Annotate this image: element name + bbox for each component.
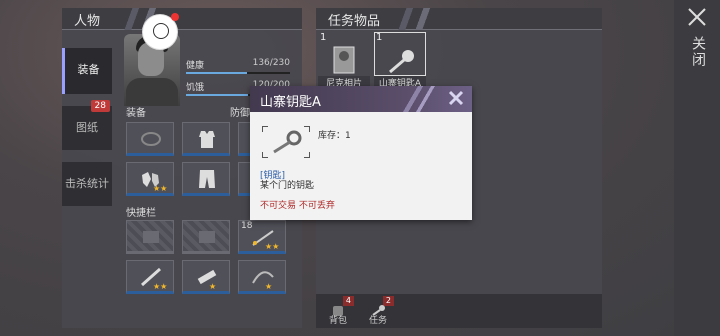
backpack-label: 背包 bbox=[328, 316, 347, 326]
popup-header-decoration bbox=[392, 86, 442, 112]
header-decoration bbox=[386, 8, 446, 30]
quick-slot-knife[interactable]: ★★ bbox=[126, 260, 174, 294]
defense-section-label: 防御 bbox=[230, 108, 250, 119]
avatar[interactable] bbox=[142, 13, 179, 50]
tab-backpack[interactable]: 4 背包 bbox=[318, 294, 358, 328]
tab-equipment[interactable]: 装备 bbox=[62, 48, 112, 94]
popup-title: 山寨钥匙A bbox=[260, 95, 321, 110]
photo-icon bbox=[333, 46, 355, 74]
hunger-bar-fill bbox=[186, 94, 249, 96]
item-nick-photo[interactable]: 1 尼克相片 bbox=[318, 32, 370, 90]
equipment-section-label: 装备 bbox=[126, 108, 146, 119]
equip-slot-gloves[interactable]: ★★ bbox=[126, 162, 174, 196]
item-count: 1 bbox=[376, 32, 383, 43]
close-icon[interactable] bbox=[684, 4, 710, 30]
quick-slot-1[interactable] bbox=[126, 220, 174, 254]
tab-kill-stats-label: 击杀统计 bbox=[65, 177, 109, 190]
pants-icon bbox=[199, 170, 215, 188]
health-value: 136/230 bbox=[252, 58, 290, 68]
tab-equipment-label: 装备 bbox=[77, 63, 100, 76]
quick-slot-bow[interactable]: ★ bbox=[238, 260, 286, 294]
smiley-icon bbox=[153, 23, 169, 39]
character-panel-title: 人物 bbox=[74, 14, 101, 29]
equip-slot-armor[interactable] bbox=[182, 122, 230, 156]
popup-header: 山寨钥匙A bbox=[250, 86, 472, 112]
right-strip: 关闭 bbox=[674, 0, 720, 336]
item-description: 某个门的钥匙 bbox=[260, 181, 315, 191]
notification-dot bbox=[171, 13, 179, 21]
key-icon bbox=[389, 50, 414, 74]
bandage-stars: ★ bbox=[209, 282, 217, 291]
item-restrictions: 不可交易 不可丢弃 bbox=[260, 201, 335, 211]
hunger-label: 饥饿 bbox=[186, 83, 205, 93]
close-label[interactable]: 关闭 bbox=[688, 36, 706, 68]
inventory-tab-bar: 4 背包 2 任务 bbox=[316, 294, 602, 328]
armor-vest-icon bbox=[199, 131, 215, 148]
health-label: 健康 bbox=[186, 61, 205, 71]
stock-count: 库存：1 bbox=[318, 131, 351, 141]
gloves-stars: ★★ bbox=[153, 184, 168, 193]
blueprints-count-badge: 28 bbox=[90, 100, 110, 112]
tab-kill-stats[interactable]: 击杀统计 bbox=[62, 162, 112, 206]
key-icon bbox=[262, 126, 310, 158]
bow-stars: ★ bbox=[265, 282, 273, 291]
quick-slot-crossbow[interactable]: 18 ★★ bbox=[238, 220, 286, 254]
equip-slot-ring[interactable] bbox=[126, 122, 174, 156]
tab-blueprints-label: 图纸 bbox=[76, 121, 98, 134]
equip-slot-pants[interactable] bbox=[182, 162, 230, 196]
character-panel-header: 人物 bbox=[62, 8, 302, 30]
quick-slot-2[interactable] bbox=[182, 220, 230, 254]
quest-items-header: 任务物品 bbox=[316, 8, 602, 30]
crossbow-stars: ★★ bbox=[265, 242, 280, 251]
close-icon[interactable] bbox=[446, 88, 466, 108]
item-cottage-key-a[interactable]: 1 山寨钥匙A bbox=[374, 32, 426, 90]
quest-label: 任务 bbox=[368, 316, 387, 326]
ring-icon bbox=[141, 132, 161, 146]
empty-slot-icon bbox=[199, 231, 215, 243]
item-detail-popup: 山寨钥匙A 库存：1 [钥匙] 某个门的钥匙 不可交易 不可丢弃 bbox=[250, 86, 472, 220]
tab-blueprints[interactable]: 图纸 28 bbox=[62, 100, 112, 150]
quest-items-title: 任务物品 bbox=[328, 14, 381, 29]
knife-stars: ★★ bbox=[153, 282, 168, 291]
quickbar-section-label: 快捷栏 bbox=[126, 208, 156, 219]
quick-slot-bandage[interactable]: ★ bbox=[182, 260, 230, 294]
item-count: 1 bbox=[320, 32, 327, 43]
health-bar-fill bbox=[186, 72, 248, 74]
side-tabs: 装备 图纸 28 击杀统计 bbox=[62, 48, 112, 218]
empty-slot-icon bbox=[143, 231, 159, 243]
tab-quest[interactable]: 2 任务 bbox=[358, 294, 398, 328]
